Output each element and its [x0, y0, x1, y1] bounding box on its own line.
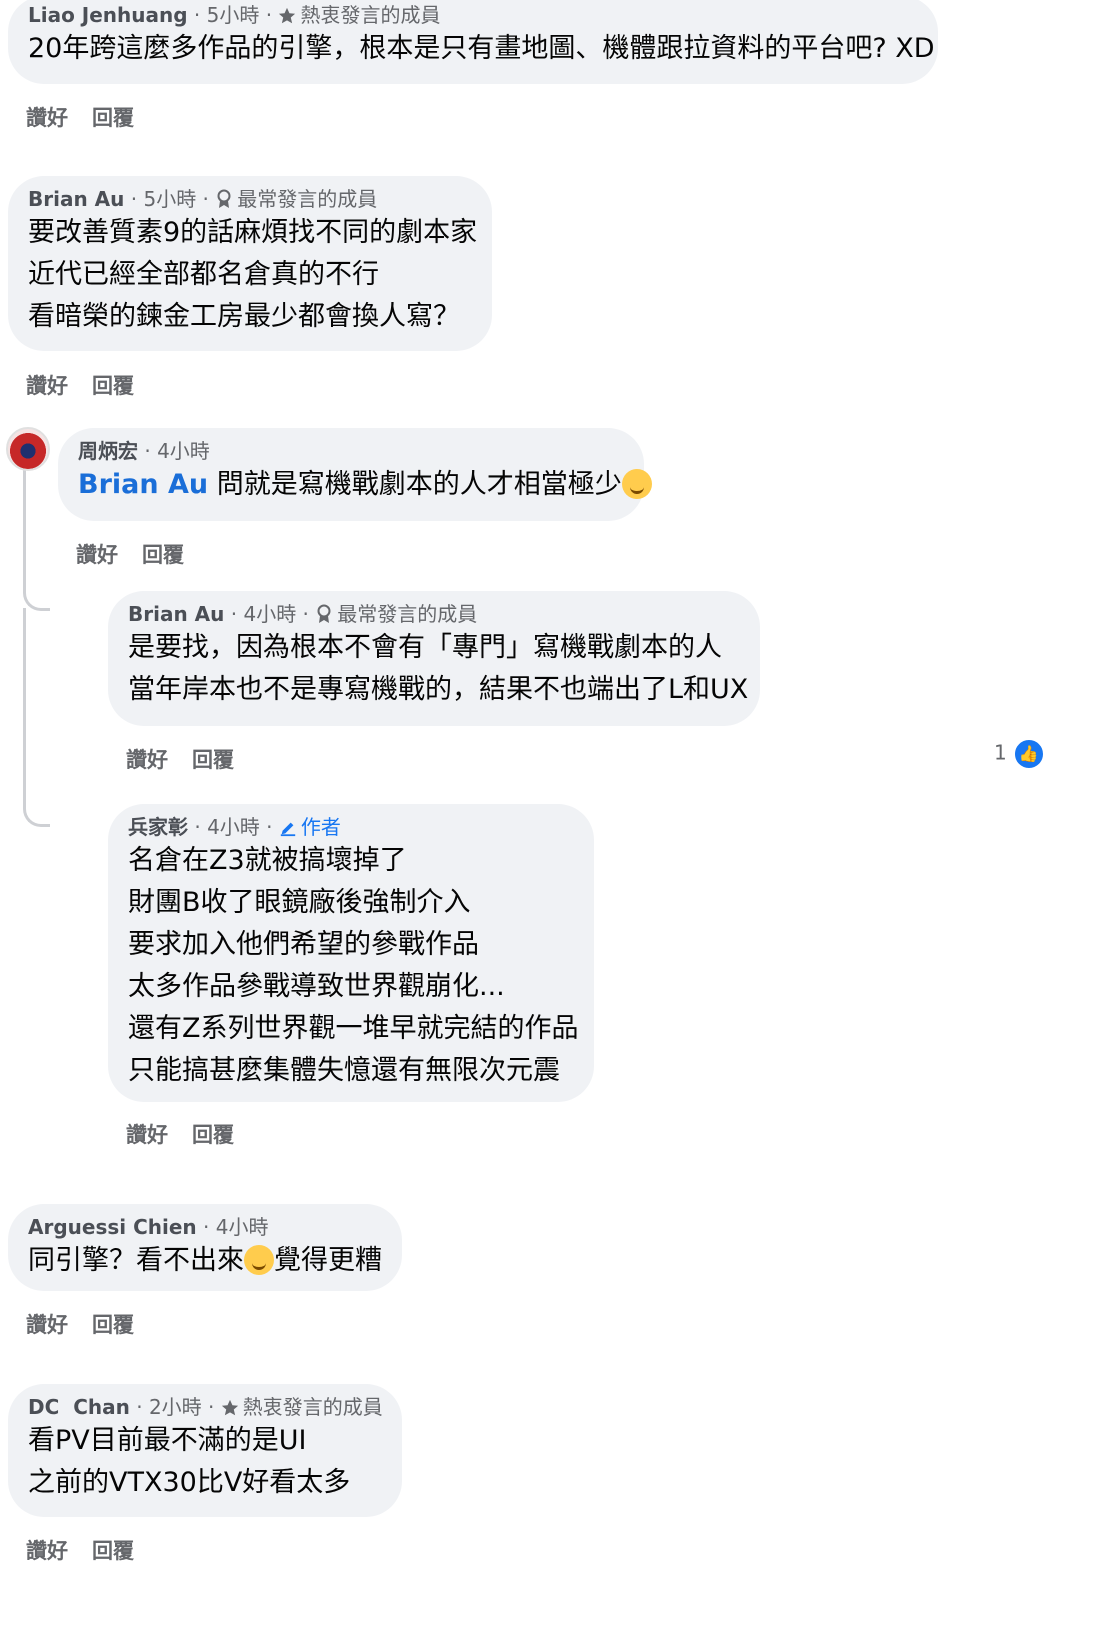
timestamp[interactable]: 4小時	[207, 815, 260, 839]
star-icon	[279, 7, 296, 24]
reply-button[interactable]: 回覆	[92, 1539, 134, 1563]
comment-text-line: 太多作品參戰導致世界觀崩化...	[128, 971, 505, 1002]
member-badge: 熱衷發言的成員	[242, 1395, 383, 1419]
reply-button[interactable]: 回覆	[92, 106, 134, 130]
comment-text-line: 之前的VTX30比V好看太多	[28, 1467, 351, 1498]
timestamp[interactable]: 4小時	[157, 439, 210, 463]
comment-text-line: 還有Z系列世界觀一堆早就完結的作品	[128, 1013, 579, 1044]
author-name[interactable]: Arguessi Chien	[28, 1215, 197, 1239]
mention-link[interactable]: Brian Au	[78, 469, 208, 500]
comment-text-line: 當年岸本也不是專寫機戰的，結果不也端出了L和UX	[128, 674, 749, 705]
member-badge: 最常發言的成員	[237, 187, 378, 211]
pencil-icon	[280, 822, 296, 837]
comment-text-line: 名倉在Z3就被搞壞掉了	[128, 845, 407, 876]
emoji-icon	[621, 469, 652, 499]
timestamp[interactable]: 4小時	[216, 1215, 269, 1239]
timestamp[interactable]: 5小時	[143, 187, 196, 211]
comment-text-line: 看PV目前最不滿的是UI	[28, 1425, 307, 1456]
comment-actions: 讚好 回覆	[76, 539, 208, 569]
author-name[interactable]: Brian Au	[128, 602, 224, 626]
like-button[interactable]: 讚好	[126, 1123, 168, 1147]
thread-line	[23, 608, 26, 798]
comment-text-body: 問就是寫機戰劇本的人才相當極少	[216, 469, 622, 500]
comment-actions: 讚好 回覆	[26, 1309, 158, 1339]
comment-text: 同引擎？看不出來 覺得更糟	[28, 1240, 382, 1282]
reply-button[interactable]: 回覆	[192, 748, 234, 772]
reply-button[interactable]: 回覆	[92, 1313, 134, 1337]
comment-text-part: 覺得更糟	[274, 1245, 382, 1276]
comment-meta: Brian Au · 5小時 · 最常發言的成員	[28, 187, 378, 211]
comment-text-line: 看暗榮的鍊金工房最少都會換人寫？	[28, 301, 460, 332]
reaction-summary[interactable]: 1 👍	[994, 738, 1045, 770]
comment-bubble: Liao Jenhuang · 5小時 · 熱衷發言的成員 20年跨這麼多作品的…	[8, 0, 938, 84]
reaction-count: 1	[994, 740, 1007, 765]
comment-text-line: 財團B收了眼鏡廠後強制介入	[128, 887, 471, 918]
author-name[interactable]: Brian Au	[28, 187, 124, 211]
timestamp[interactable]: 5小時	[207, 3, 260, 27]
comment-bubble: DC Chan · 2小時 · 熱衷發言的成員 看PV目前最不滿的是UI 之前的…	[8, 1384, 402, 1517]
comment-meta: Liao Jenhuang · 5小時 · 熱衷發言的成員	[28, 3, 441, 27]
like-button[interactable]: 讚好	[26, 1313, 68, 1337]
comment-text-part: 同引擎？看不出來	[28, 1245, 244, 1276]
comment-meta: 兵家彰 · 4小時 · 作者	[128, 815, 341, 839]
timestamp[interactable]: 4小時	[243, 602, 296, 626]
member-badge: 最常發言的成員	[337, 602, 478, 626]
comment-text-line: 只能搞甚麼集體失憶還有無限次元震	[128, 1055, 560, 1086]
award-icon	[317, 604, 331, 623]
comment-text-line: 近代已經全部都名倉真的不行	[28, 259, 379, 290]
thread-connector	[23, 586, 50, 611]
comment-meta: DC Chan · 2小時 · 熱衷發言的成員	[28, 1395, 383, 1419]
comment-actions: 讚好 回覆	[126, 744, 258, 774]
comment-bubble: 周炳宏 · 4小時 Brian Au 問就是寫機戰劇本的人才相當極少	[58, 428, 652, 521]
timestamp[interactable]: 2小時	[149, 1395, 202, 1419]
like-button[interactable]: 讚好	[26, 1539, 68, 1563]
author-name[interactable]: 周炳宏	[78, 439, 138, 463]
comment-bubble: Brian Au · 5小時 · 最常發言的成員 要改善質素9的話麻煩找不同的劇…	[8, 176, 492, 351]
author-badge: 作者	[300, 815, 341, 839]
like-reaction-icon: 👍	[1012, 738, 1045, 770]
emoji-icon	[244, 1245, 274, 1275]
comment-bubble: Brian Au · 4小時 · 最常發言的成員 是要找，因為根本不會有「專門」…	[108, 591, 760, 726]
comment-bubble: 兵家彰 · 4小時 · 作者 名倉在Z3就被搞壞掉了 財團B收了眼鏡廠後強制介入…	[108, 804, 594, 1102]
star-icon	[221, 1399, 238, 1416]
comment-actions: 讚好 回覆	[126, 1119, 258, 1149]
comment-text-line: 要求加入他們希望的參戰作品	[128, 929, 479, 960]
award-icon	[217, 189, 231, 208]
reply-button[interactable]: 回覆	[192, 1123, 234, 1147]
comment-meta: 周炳宏 · 4小時	[78, 439, 210, 463]
comment-text-line: 是要找，因為根本不會有「專門」寫機戰劇本的人	[128, 632, 722, 663]
like-button[interactable]: 讚好	[126, 748, 168, 772]
comment-actions: 讚好 回覆	[26, 370, 158, 400]
thread-line	[23, 468, 26, 586]
author-name[interactable]: 兵家彰	[128, 815, 188, 839]
member-badge: 熱衷發言的成員	[300, 3, 441, 27]
comment-bubble: Arguessi Chien · 4小時 同引擎？看不出來 覺得更糟	[8, 1204, 402, 1291]
comment-actions: 讚好 回覆	[26, 1535, 158, 1565]
author-name[interactable]: DC Chan	[28, 1395, 130, 1419]
thread-connector	[23, 796, 50, 827]
like-button[interactable]: 讚好	[26, 106, 68, 130]
comment-text-line: 要改善質素9的話麻煩找不同的劇本家	[28, 217, 478, 248]
like-button[interactable]: 讚好	[76, 543, 118, 567]
comment-text: 20年跨這麼多作品的引擎，根本是只有畫地圖、機體跟拉資料的平台吧? XD	[28, 33, 935, 64]
reply-button[interactable]: 回覆	[92, 374, 134, 398]
reply-button[interactable]: 回覆	[142, 543, 184, 567]
avatar[interactable]	[6, 427, 50, 471]
comment-meta: Arguessi Chien · 4小時	[28, 1215, 269, 1239]
author-name[interactable]: Liao Jenhuang	[28, 3, 188, 27]
like-button[interactable]: 讚好	[26, 374, 68, 398]
comment-meta: Brian Au · 4小時 · 最常發言的成員	[128, 602, 478, 626]
comment-actions: 讚好 回覆	[26, 102, 158, 132]
comment-text: Brian Au 問就是寫機戰劇本的人才相當極少	[78, 464, 652, 506]
